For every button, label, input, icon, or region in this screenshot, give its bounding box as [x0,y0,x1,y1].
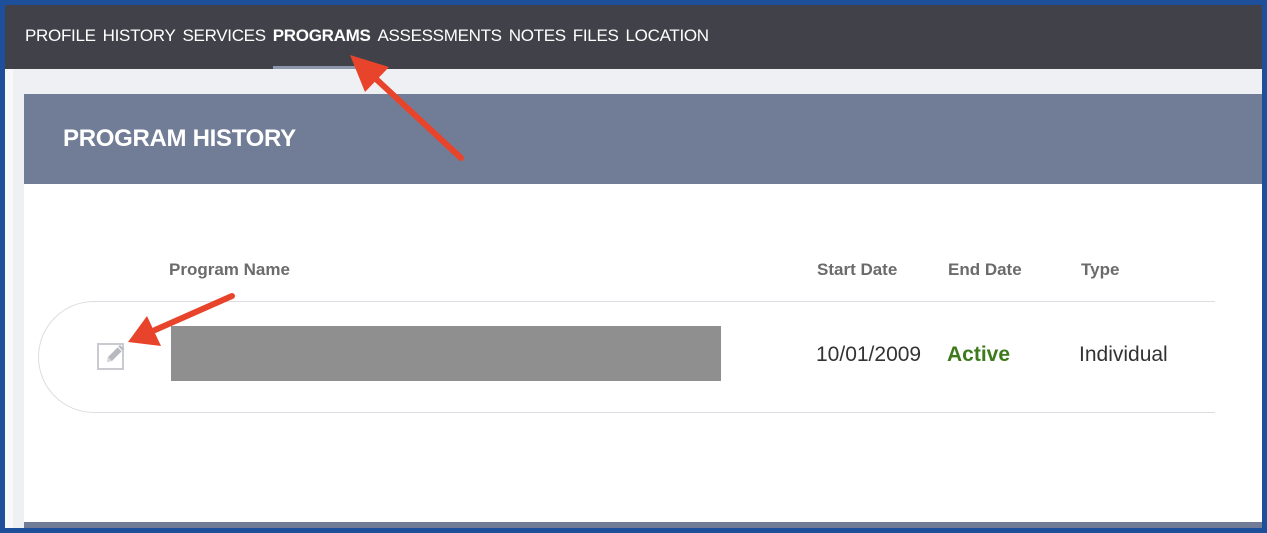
tab-programs[interactable]: PROGRAMS [272,5,371,69]
start-date-cell: 10/01/2009 [816,343,922,366]
type-cell: Individual [1079,343,1168,366]
page-title: PROGRAM HISTORY [63,125,296,152]
tab-services[interactable]: SERVICES [183,5,267,69]
tab-assessments[interactable]: ASSESSMENTS [377,5,502,69]
tab-profile[interactable]: PROFILE [25,5,96,69]
column-header-type[interactable]: Type [1081,260,1119,280]
tab-files[interactable]: FILES [573,5,619,69]
tab-location[interactable]: LOCATION [626,5,710,69]
column-header-start-date[interactable]: Start Date [817,260,897,280]
column-header-end-date[interactable]: End Date [948,260,1022,280]
redacted-program-name [171,326,721,381]
status-active: Active [947,343,1011,366]
app-window: PROFILE HISTORY SERVICES PROGRAMS ASSESS… [5,5,1262,528]
pencil-edit-icon [97,343,124,370]
tab-list: PROFILE HISTORY SERVICES PROGRAMS ASSESS… [25,5,716,69]
tab-bar: PROFILE HISTORY SERVICES PROGRAMS ASSESS… [5,5,1262,69]
column-header-program-name[interactable]: Program Name [169,260,290,280]
page-margin [5,69,13,528]
panel-footer-bar [24,522,1262,528]
tab-history[interactable]: HISTORY [103,5,176,69]
edit-button[interactable] [97,340,127,370]
tab-notes[interactable]: NOTES [509,5,566,69]
program-history-header: PROGRAM HISTORY [24,94,1262,184]
